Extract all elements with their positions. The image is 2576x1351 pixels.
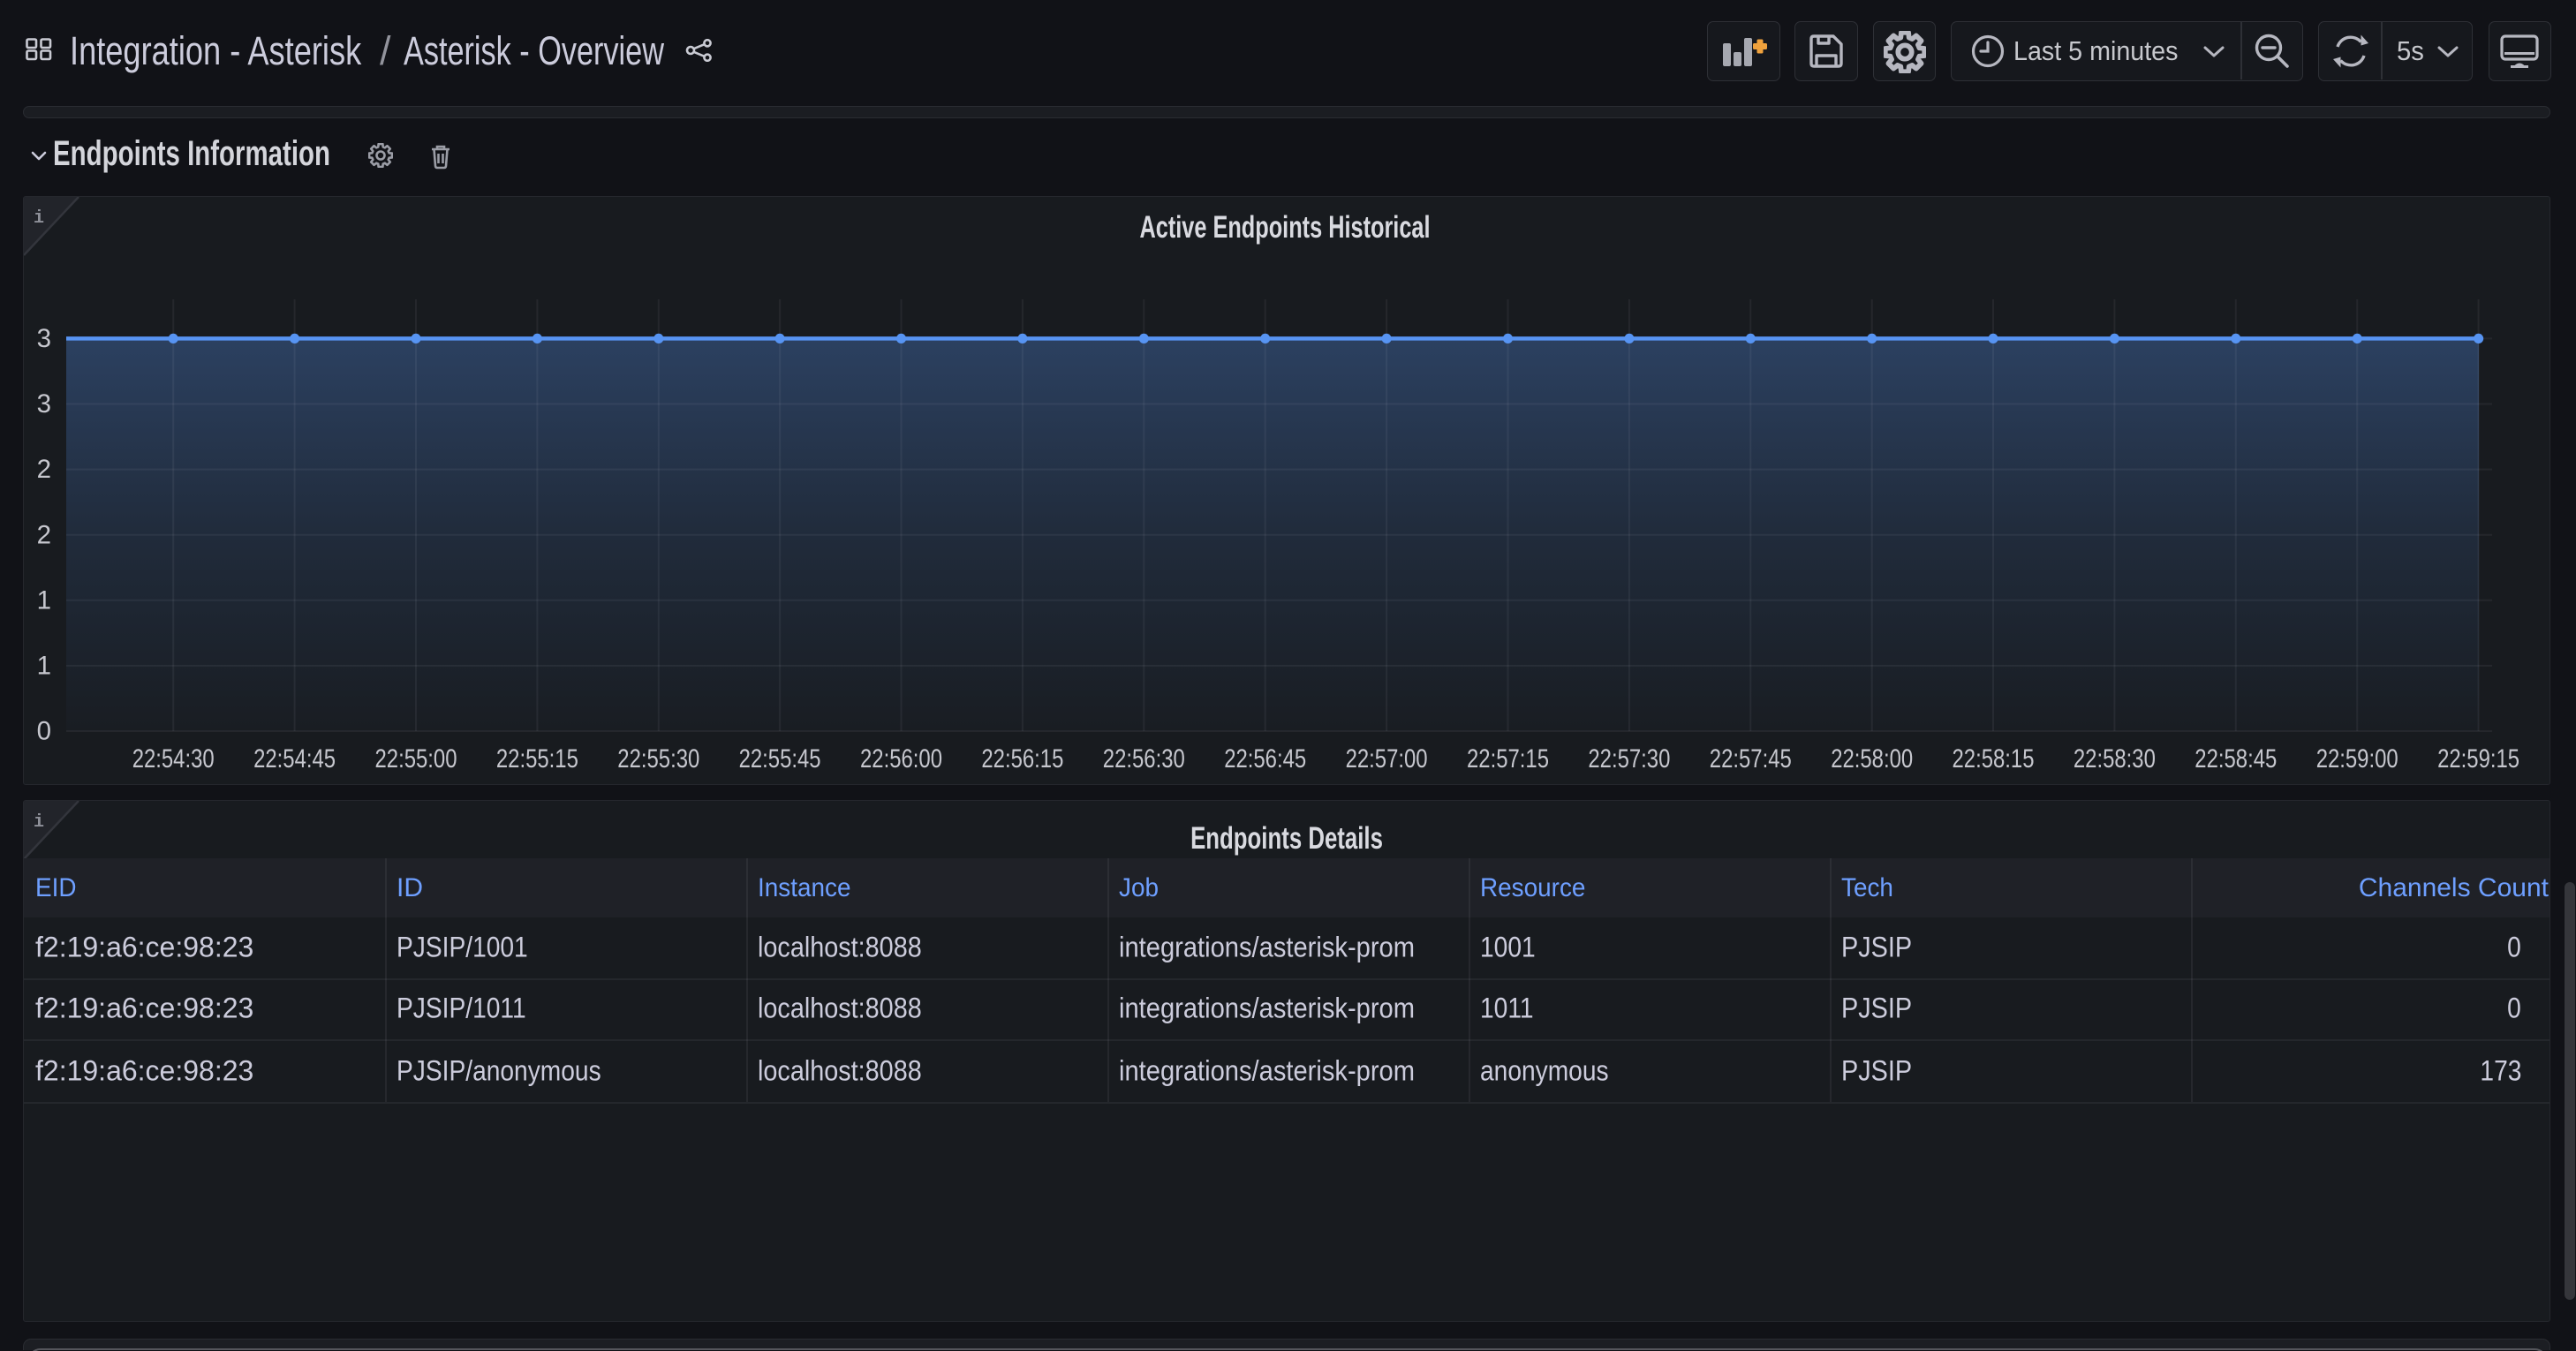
svg-text:0: 0 [37,717,51,746]
svg-text:2: 2 [37,455,51,484]
svg-text:22:57:30: 22:57:30 [1588,744,1670,774]
svg-text:22:57:00: 22:57:00 [1346,744,1428,774]
svg-text:22:56:30: 22:56:30 [1103,744,1185,774]
svg-text:22:57:15: 22:57:15 [1467,744,1549,774]
svg-text:1: 1 [37,652,51,681]
svg-text:22:54:30: 22:54:30 [132,744,215,774]
svg-text:22:56:45: 22:56:45 [1224,744,1306,774]
svg-text:22:55:15: 22:55:15 [496,744,578,774]
svg-text:22:54:45: 22:54:45 [253,744,336,774]
svg-text:22:58:45: 22:58:45 [2195,744,2277,774]
svg-text:22:58:30: 22:58:30 [2074,744,2156,774]
svg-text:22:55:00: 22:55:00 [375,744,457,774]
svg-text:22:58:15: 22:58:15 [1953,744,2035,774]
svg-text:22:56:00: 22:56:00 [860,744,942,774]
svg-text:22:58:00: 22:58:00 [1831,744,1913,774]
svg-text:3: 3 [37,324,51,353]
svg-text:22:55:45: 22:55:45 [739,744,821,774]
svg-text:22:59:15: 22:59:15 [2437,744,2519,774]
svg-text:2: 2 [37,520,51,549]
svg-text:22:56:15: 22:56:15 [981,744,1063,774]
svg-text:22:57:45: 22:57:45 [1710,744,1792,774]
svg-text:22:55:30: 22:55:30 [617,744,699,774]
svg-text:1: 1 [37,585,51,615]
svg-text:22:59:00: 22:59:00 [2316,744,2398,774]
svg-text:3: 3 [37,389,51,419]
